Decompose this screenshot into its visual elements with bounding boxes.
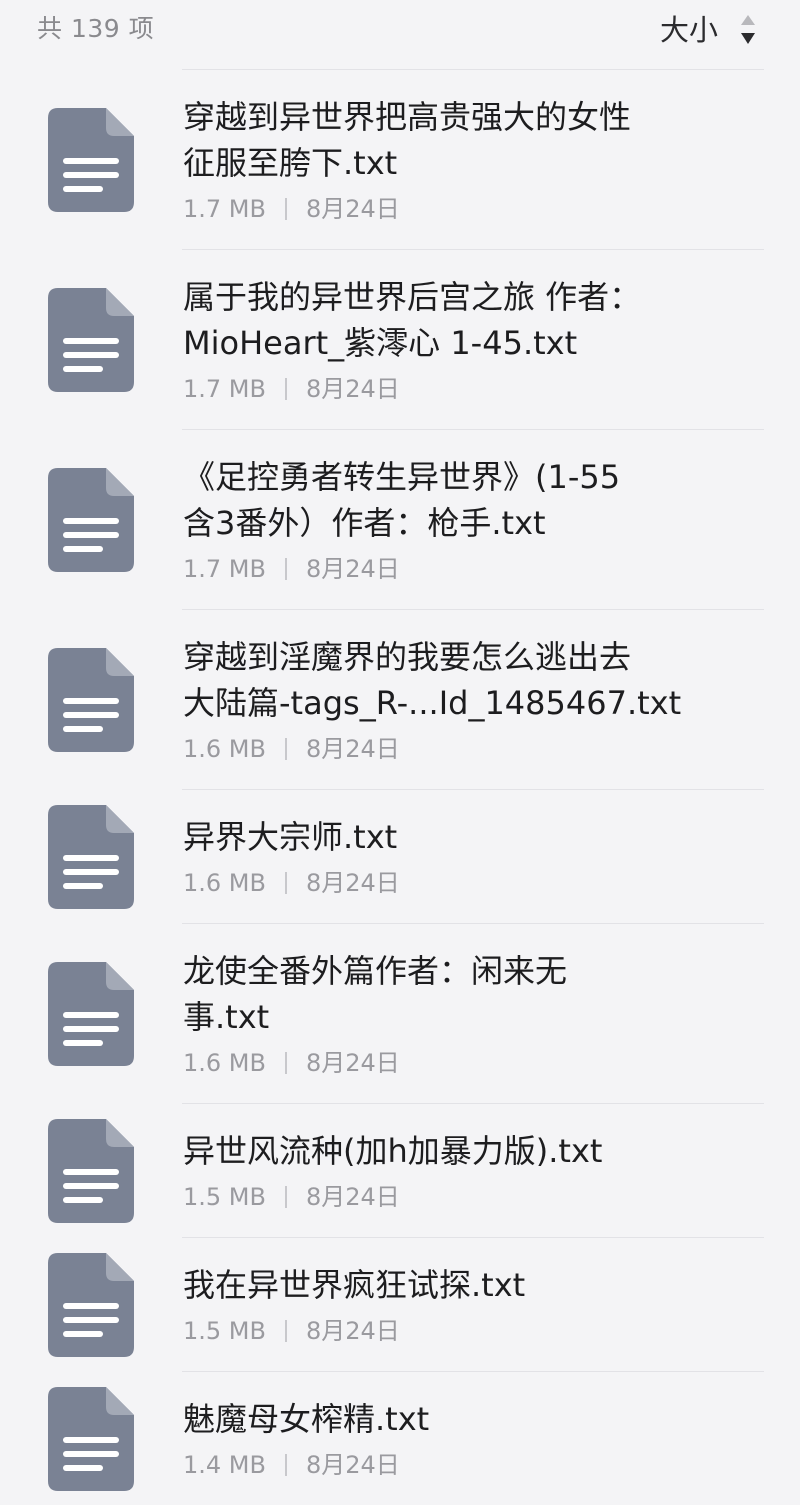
file-name: 《足控勇者转生异世界》(1-55 含3番外）作者：枪手.txt: [183, 458, 621, 542]
text-file-icon: [48, 1253, 134, 1357]
file-meta: 1.7 MB 8月24日: [183, 554, 400, 584]
meta-separator: [284, 198, 287, 220]
file-row[interactable]: 我在异世界疯狂试探.txt 1.5 MB 8月24日: [0, 1237, 800, 1371]
file-name: 穿越到淫魔界的我要怎么逃出去 大陆篇-tags_R-...Id_1485467.…: [183, 638, 682, 722]
item-count: 共 139 项: [37, 14, 155, 43]
text-file-icon: [48, 648, 134, 752]
file-row[interactable]: 异世风流种(加h加暴力版).txt 1.5 MB 8月24日: [0, 1103, 800, 1237]
file-size: 1.4 MB: [183, 1451, 266, 1479]
meta-separator: [284, 1454, 287, 1476]
file-size: 1.6 MB: [183, 869, 266, 897]
text-file-icon: [48, 1119, 134, 1223]
file-size: 1.7 MB: [183, 555, 266, 583]
file-date: 8月24日: [305, 375, 400, 403]
file-date: 8月24日: [305, 555, 400, 583]
file-date: 8月24日: [305, 1183, 400, 1211]
meta-separator: [284, 1186, 287, 1208]
file-date: 8月24日: [305, 1451, 400, 1479]
file-list: 穿越到异世界把高贵强大的女性 征服至胯下.txt 1.7 MB 8月24日 属于…: [0, 69, 800, 1505]
file-meta: 1.6 MB 8月24日: [183, 868, 400, 898]
list-header: 共 139 项 大小: [0, 0, 800, 68]
meta-separator: [284, 1052, 287, 1074]
meta-separator: [284, 738, 287, 760]
text-file-icon: [48, 468, 134, 572]
file-date: 8月24日: [305, 195, 400, 223]
file-row[interactable]: 魅魔母女榨精.txt 1.4 MB 8月24日: [0, 1371, 800, 1505]
file-size: 1.6 MB: [183, 1049, 266, 1077]
sort-label: 大小: [659, 13, 718, 47]
file-size: 1.5 MB: [183, 1183, 266, 1211]
file-name: 魅魔母女榨精.txt: [183, 1400, 430, 1438]
file-size: 1.7 MB: [183, 195, 266, 223]
file-meta: 1.4 MB 8月24日: [183, 1450, 400, 1480]
file-row[interactable]: 《足控勇者转生异世界》(1-55 含3番外）作者：枪手.txt 1.7 MB 8…: [0, 429, 800, 609]
file-size: 1.5 MB: [183, 1317, 266, 1345]
meta-separator: [284, 378, 287, 400]
file-meta: 1.7 MB 8月24日: [183, 374, 400, 404]
text-file-icon: [48, 108, 134, 212]
meta-separator: [284, 1320, 287, 1342]
file-name: 异界大宗师.txt: [183, 818, 398, 856]
text-file-icon: [48, 1387, 134, 1491]
file-name: 龙使全番外篇作者：闲来无 事.txt: [183, 952, 568, 1036]
file-name: 我在异世界疯狂试探.txt: [183, 1266, 526, 1304]
file-meta: 1.5 MB 8月24日: [183, 1182, 400, 1212]
file-meta: 1.5 MB 8月24日: [183, 1316, 400, 1346]
file-size: 1.6 MB: [183, 735, 266, 763]
file-name: 穿越到异世界把高贵强大的女性 征服至胯下.txt: [183, 98, 632, 182]
sort-button[interactable]: 大小: [660, 10, 756, 50]
sort-up-down-icon: [741, 15, 755, 44]
meta-separator: [284, 872, 287, 894]
file-row[interactable]: 龙使全番外篇作者：闲来无 事.txt 1.6 MB 8月24日: [0, 923, 800, 1103]
file-row[interactable]: 属于我的异世界后宫之旅 作者： MioHeart_紫澪心 1-45.txt 1.…: [0, 249, 800, 429]
text-file-icon: [48, 962, 134, 1066]
file-size: 1.7 MB: [183, 375, 266, 403]
file-meta: 1.7 MB 8月24日: [183, 194, 400, 224]
file-date: 8月24日: [305, 735, 400, 763]
file-date: 8月24日: [305, 1049, 400, 1077]
file-row[interactable]: 异界大宗师.txt 1.6 MB 8月24日: [0, 789, 800, 923]
file-meta: 1.6 MB 8月24日: [183, 1048, 400, 1078]
file-meta: 1.6 MB 8月24日: [183, 734, 400, 764]
meta-separator: [284, 558, 287, 580]
text-file-icon: [48, 805, 134, 909]
file-date: 8月24日: [305, 869, 400, 897]
file-row[interactable]: 穿越到淫魔界的我要怎么逃出去 大陆篇-tags_R-...Id_1485467.…: [0, 609, 800, 789]
file-row[interactable]: 穿越到异世界把高贵强大的女性 征服至胯下.txt 1.7 MB 8月24日: [0, 69, 800, 249]
file-name: 属于我的异世界后宫之旅 作者： MioHeart_紫澪心 1-45.txt: [183, 278, 642, 362]
file-date: 8月24日: [305, 1317, 400, 1345]
text-file-icon: [48, 288, 134, 392]
file-name: 异世风流种(加h加暴力版).txt: [183, 1132, 603, 1170]
